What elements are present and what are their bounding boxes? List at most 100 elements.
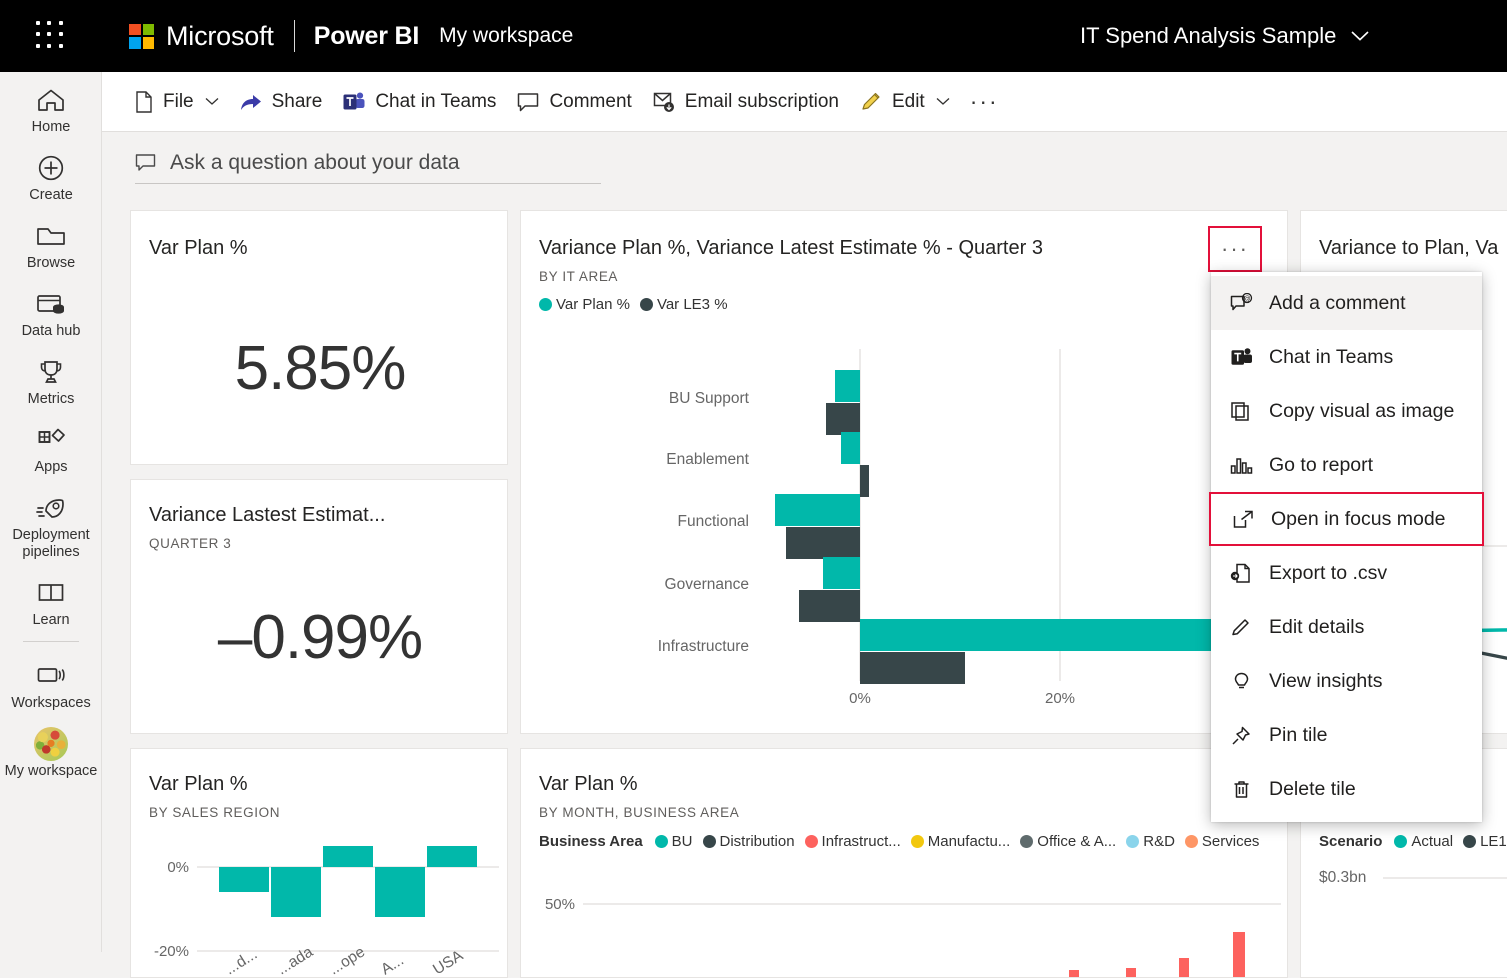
tile-more-options-button[interactable]: ···	[1208, 226, 1262, 272]
bar-region[interactable]	[271, 867, 321, 917]
chat-in-teams-button-label: Chat in Teams	[375, 90, 497, 112]
report-title-selector[interactable]: IT Spend Analysis Sample	[1080, 0, 1370, 72]
book-icon	[36, 578, 66, 608]
gridline	[1383, 877, 1507, 879]
tile-subtitle: BY SALES REGION	[149, 805, 281, 820]
email-subscription-button-label: Email subscription	[684, 90, 839, 112]
bar-var-plan[interactable]	[835, 370, 860, 402]
legend-item[interactable]: Infrastruct...	[804, 833, 901, 850]
tile-bar-chart-it-area[interactable]: Variance Plan %, Variance Latest Estimat…	[520, 210, 1288, 734]
sidebar-item-label: Create	[29, 187, 73, 203]
legend-item[interactable]: Office & A...	[1020, 833, 1116, 850]
legend-item[interactable]: LE1	[1463, 833, 1507, 850]
legend-item[interactable]: BU	[654, 833, 693, 850]
menu-item-label: Copy visual as image	[1269, 399, 1455, 422]
legend-item[interactable]: Var LE3 %	[639, 296, 728, 313]
bar-month[interactable]	[1233, 932, 1245, 978]
bar-var-plan[interactable]	[823, 557, 860, 589]
sidebar-item-deployment-pipelines[interactable]: Deployment pipelines	[0, 480, 101, 565]
sidebar-item-learn[interactable]: Learn	[0, 565, 101, 633]
tile-region-chart[interactable]: Var Plan % BY SALES REGION 0% -20% ...d.…	[130, 748, 508, 978]
bar-var-le3[interactable]	[799, 590, 860, 622]
bar-region[interactable]	[219, 867, 269, 892]
tile-title: Var Plan %	[149, 237, 248, 259]
menu-item-pin-tile[interactable]: Pin tile	[1211, 708, 1482, 762]
more-options-button[interactable]: ···	[960, 82, 1009, 122]
tile-month-business-area-chart[interactable]: Var Plan % BY MONTH, BUSINESS AREA Busin…	[520, 748, 1288, 978]
tile-title: Variance Lastest Estimat...	[149, 504, 386, 526]
sidebar-item-workspaces[interactable]: Workspaces	[0, 648, 101, 716]
sidebar-item-data-hub[interactable]: Data hub	[0, 276, 101, 344]
sidebar-item-metrics[interactable]: Metrics	[0, 344, 101, 412]
bar-region[interactable]	[375, 867, 425, 917]
file-button[interactable]: File	[124, 82, 229, 122]
menu-item-delete-tile[interactable]: Delete tile	[1211, 762, 1482, 816]
powerbi-product-label[interactable]: Power BI	[314, 22, 420, 51]
y-tick-label: 50%	[545, 896, 575, 913]
share-button[interactable]: Share	[229, 82, 333, 122]
menu-item-edit-details[interactable]: Edit details	[1211, 600, 1482, 654]
tile-context-menu: @ Add a comment Chat in Teams Copy visua…	[1209, 272, 1484, 822]
chevron-down-icon	[936, 98, 950, 105]
legend-item[interactable]: Services	[1184, 833, 1259, 850]
bar-month[interactable]	[1069, 970, 1079, 978]
microsoft-brand-label: Microsoft	[166, 20, 274, 51]
menu-item-chat-in-teams[interactable]: Chat in Teams	[1211, 330, 1482, 384]
menu-item-export-to-csv[interactable]: Export to .csv	[1211, 546, 1482, 600]
bar-var-plan[interactable]	[775, 494, 860, 526]
edit-button[interactable]: Edit	[849, 82, 960, 122]
bar-month[interactable]	[1126, 968, 1136, 978]
tile-card-var-plan[interactable]: Var Plan % 5.85%	[130, 210, 508, 465]
sidebar-item-label: Learn	[32, 612, 70, 628]
sidebar-divider	[22, 641, 79, 642]
qna-search-input[interactable]: Ask a question about your data	[135, 142, 601, 184]
legend-item[interactable]: R&D	[1126, 833, 1175, 850]
sidebar-item-label: Deployment pipelines	[12, 527, 90, 560]
legend-item[interactable]: Manufactu...	[910, 833, 1011, 850]
sidebar-item-create[interactable]: Create	[0, 140, 101, 208]
chat-in-teams-button[interactable]: Chat in Teams	[332, 82, 506, 122]
comment-icon	[518, 92, 539, 111]
legend-item[interactable]: Actual	[1394, 833, 1453, 850]
bar-var-le3[interactable]	[860, 652, 965, 684]
category-label: Infrastructure	[658, 638, 749, 655]
y-tick-label: $0.3bn	[1319, 869, 1367, 886]
legend-label: Var Plan %	[556, 296, 630, 313]
legend-label: Manufactu...	[927, 833, 1011, 850]
legend-swatch-services	[1184, 835, 1198, 848]
legend-swatch-infrastructure	[804, 835, 818, 848]
menu-item-copy-visual-as-image[interactable]: Copy visual as image	[1211, 384, 1482, 438]
bar-region[interactable]	[427, 846, 477, 867]
menu-item-open-in-focus-mode[interactable]: Open in focus mode	[1209, 492, 1484, 546]
plus-circle-icon	[36, 153, 66, 183]
bar-month[interactable]	[1179, 958, 1189, 978]
bar-var-le3[interactable]	[826, 403, 860, 435]
microsoft-logo-link[interactable]: Microsoft	[129, 21, 274, 52]
folder-icon	[35, 221, 67, 251]
legend-item[interactable]: Var Plan %	[539, 296, 630, 313]
menu-item-view-insights[interactable]: View insights	[1211, 654, 1482, 708]
month-bar-chart-plot: 50%	[545, 896, 1281, 978]
tile-card-variance-latest-estimate[interactable]: Variance Lastest Estimat... QUARTER 3 –0…	[130, 479, 508, 734]
bar-region[interactable]	[323, 846, 373, 867]
menu-item-add-a-comment[interactable]: @ Add a comment	[1211, 276, 1482, 330]
sidebar-item-label: Metrics	[27, 391, 75, 407]
breadcrumb-workspace[interactable]: My workspace	[439, 24, 573, 48]
comment-button[interactable]: Comment	[506, 82, 641, 122]
edit-button-label: Edit	[891, 90, 925, 112]
sidebar-item-home[interactable]: Home	[0, 72, 101, 140]
sidebar-item-my-workspace[interactable]: My workspace	[0, 716, 101, 784]
legend-item[interactable]: Distribution	[702, 833, 795, 850]
sidebar-item-browse[interactable]: Browse	[0, 208, 101, 276]
category-label: Enablement	[666, 451, 749, 468]
sidebar-item-apps[interactable]: Apps	[0, 412, 101, 480]
bar-var-le3[interactable]	[860, 465, 869, 497]
app-launcher-icon[interactable]	[36, 21, 66, 51]
bar-var-plan[interactable]	[841, 432, 860, 464]
bar-var-le3[interactable]	[786, 527, 860, 559]
x-tick-label: A...	[378, 952, 407, 978]
menu-item-go-to-report[interactable]: Go to report	[1211, 438, 1482, 492]
email-subscription-button[interactable]: Email subscription	[642, 82, 849, 122]
command-toolbar: File Share Chat in Teams Comment Email s…	[102, 72, 1507, 132]
teams-icon	[1230, 346, 1253, 369]
